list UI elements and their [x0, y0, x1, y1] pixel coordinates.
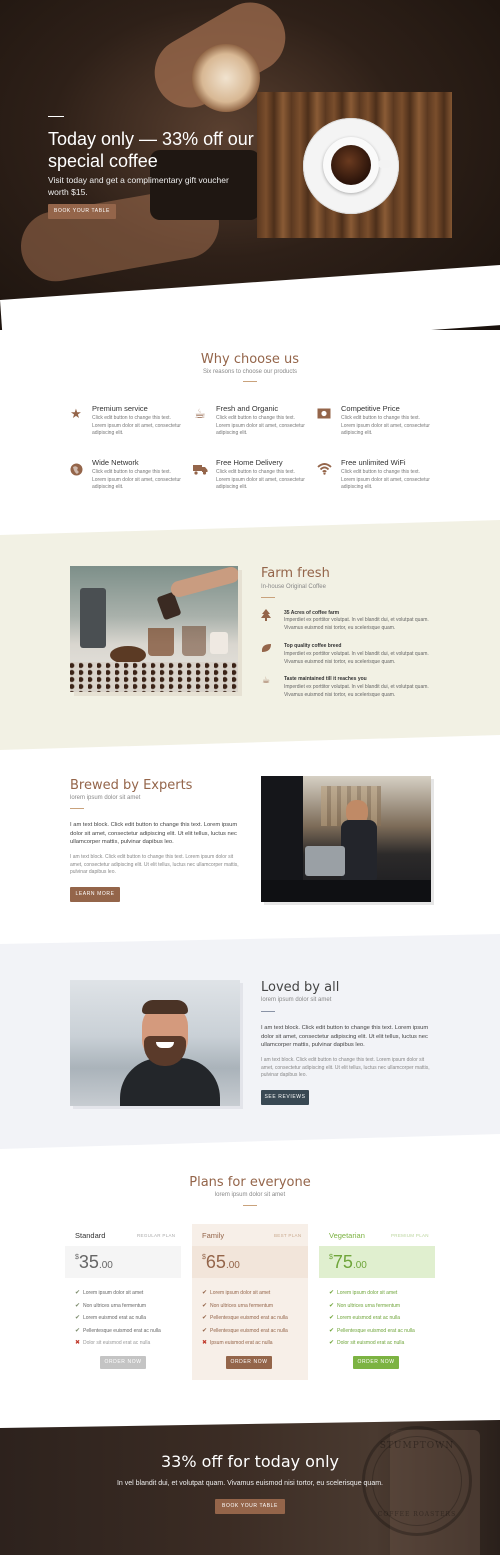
cta-subtitle: In vel blandit dui, et volutpat quam. Vi…	[116, 1480, 383, 1487]
farm-item-text: Imperdiet ex porttitor volutpat. In vel …	[284, 684, 429, 698]
list-item: ✔ Lorem euismod erat ac nulla	[329, 1315, 401, 1321]
coffee-cup-icon: ☕	[261, 675, 271, 685]
plans-subtitle: lorem ipsum dolor sit amet	[214, 1192, 286, 1198]
order-now-button[interactable]: ORDER NOW	[353, 1356, 399, 1369]
plan-tag: BEST PLAN	[274, 1233, 302, 1238]
list-item: ✔ Lorem euismod erat ac nulla	[75, 1315, 147, 1321]
cta-title: 33% off for today only	[160, 1452, 340, 1471]
plan-name: Standard	[75, 1231, 106, 1240]
star-icon: ★	[70, 406, 82, 421]
list-item: ✖ Dolor sit euismod erat ac nulla	[75, 1340, 151, 1346]
feature-title: Wide Network	[92, 458, 139, 467]
hero-title: Today only — 33% off our special coffee	[48, 129, 254, 171]
hero-divider	[48, 116, 64, 117]
loved-divider	[261, 1011, 275, 1012]
farm-title: Farm fresh	[261, 566, 330, 581]
list-item: ✔ Non ultrices urna fermentum	[202, 1302, 274, 1309]
feature-text: Click edit button to change this text. L…	[216, 415, 305, 436]
cup-handle-image	[378, 160, 392, 168]
plan-price: $75.00	[329, 1252, 367, 1272]
barista-photo	[261, 776, 431, 902]
latte-cup-image	[192, 44, 260, 112]
feature-text: Click edit button to change this text. L…	[341, 469, 430, 490]
why-subtitle: Six reasons to choose our products	[202, 369, 298, 375]
brewed-text: I am text block. Click edit button to ch…	[70, 822, 238, 845]
why-title: Why choose us	[200, 352, 300, 367]
book-table-button[interactable]: BOOK YOUR TABLE	[48, 204, 116, 219]
feature-text: Click edit button to change this text. L…	[341, 415, 430, 436]
feature-text: Click edit button to change this text. L…	[92, 415, 181, 436]
list-item: ✔ Pellentesque euismod erat ac nulla	[202, 1327, 288, 1334]
wifi-icon	[317, 463, 332, 477]
farm-item-text: Imperdiet ex porttitor volutpat. In vel …	[284, 617, 429, 631]
feature-title: Free Home Delivery	[216, 458, 283, 467]
plan-tag: PREMIUM PLAN	[391, 1233, 429, 1238]
customer-portrait-photo	[70, 980, 240, 1106]
plan-feature-list: ✔ Lorem ipsum dolor sit amet ✔ Non ultrice…	[75, 1287, 181, 1350]
feature-title: Free unlimited WiFi	[341, 458, 406, 467]
globe-icon	[69, 463, 83, 477]
list-item: ✖ Ipsum euismod erat ac nulla	[202, 1340, 273, 1346]
espresso-image	[331, 145, 371, 185]
leaf-icon	[260, 643, 272, 656]
book-table-button[interactable]: BOOK YOUR TABLE	[215, 1499, 285, 1514]
farm-item-title: Top quality coffee breed	[284, 643, 342, 649]
price-box: $35.00	[65, 1246, 181, 1278]
price-box: $75.00	[319, 1246, 435, 1278]
farm-item-text: Imperdiet ex porttitor volutpat. In vel …	[284, 651, 429, 665]
order-now-button[interactable]: ORDER NOW	[226, 1356, 272, 1369]
farm-divider	[261, 597, 275, 598]
loved-text: I am text block. Click edit button to ch…	[261, 1025, 429, 1048]
loved-text-secondary: I am text block. Click edit button to ch…	[261, 1057, 430, 1078]
list-item: ✔ Pellentesque euismod erat ac nulla	[75, 1327, 161, 1334]
plan-card-standard: Standard REGULAR PLAN $35.00 ✔ Lorem ipsu…	[65, 1224, 181, 1372]
plan-feature-list: ✔ Lorem ipsum dolor sit amet ✔ Non ultrice…	[329, 1287, 435, 1350]
order-now-button[interactable]: ORDER NOW	[100, 1356, 146, 1369]
list-item: ✔ Non ultrices urna fermentum	[329, 1302, 401, 1309]
brewed-subtitle: lorem ipsum dolor sit amet	[70, 795, 141, 801]
plan-price: $35.00	[75, 1252, 113, 1272]
feature-title: Fresh and Organic	[216, 404, 279, 413]
plan-name: Family	[202, 1231, 225, 1240]
feature-title: Premium service	[92, 404, 148, 413]
why-divider	[243, 381, 257, 382]
brewed-title: Brewed by Experts	[70, 778, 193, 793]
see-reviews-button[interactable]: SEE REVIEWS	[261, 1090, 309, 1105]
coffee-cup-icon: ☕	[194, 406, 206, 421]
feature-title: Competitive Price	[341, 404, 400, 413]
list-item: ✔ Pellentesque euismod erat ac nulla	[202, 1315, 288, 1321]
list-item: ✔ Lorem ipsum dolor sit amet	[75, 1290, 144, 1296]
brewed-divider	[70, 808, 84, 809]
price-box: $65.00	[192, 1246, 308, 1278]
feature-text: Click edit button to change this text. L…	[92, 469, 181, 490]
list-item: ✔ Lorem ipsum dolor sit amet	[329, 1290, 398, 1296]
plan-tag: REGULAR PLAN	[137, 1233, 176, 1238]
plan-card-family: Family BEST PLAN $65.00 ✔ Lorem ipsum dol…	[192, 1224, 308, 1380]
feature-text: Click edit button to change this text. L…	[216, 469, 305, 490]
farm-subtitle: In-house Original Coffee	[261, 584, 326, 590]
plan-name: Vegetarian	[329, 1231, 365, 1240]
tree-icon	[260, 609, 272, 624]
loved-subtitle: lorem ipsum dolor sit amet	[261, 997, 332, 1003]
money-icon	[317, 408, 331, 422]
list-item: ✔ Dolor sit euismod erat ac nulla	[329, 1340, 405, 1346]
plans-divider	[243, 1205, 257, 1206]
plan-card-vegetarian: Vegetarian PREMIUM PLAN $75.00 ✔ Lorem ip…	[319, 1224, 435, 1372]
list-item: ✔ Non ultrices urna fermentum	[75, 1302, 147, 1309]
learn-more-button[interactable]: LEARN MORE	[70, 887, 120, 902]
farm-item-title: 35 Acres of coffee farm	[284, 610, 340, 616]
coffee-pour-photo	[70, 566, 238, 692]
plans-title: Plans for everyone	[189, 1175, 311, 1190]
plan-price: $65.00	[202, 1252, 240, 1272]
plan-feature-list: ✔ Lorem ipsum dolor sit amet ✔ Non ultrice…	[202, 1287, 308, 1350]
loved-title: Loved by all	[261, 980, 340, 995]
list-item: ✔ Lorem ipsum dolor sit amet	[202, 1290, 271, 1296]
hero-subtitle: Visit today and get a complimentary gift…	[48, 175, 229, 197]
farm-item-title: Taste maintained till it reaches you	[284, 676, 367, 682]
truck-icon	[193, 464, 208, 478]
brewed-text-secondary: I am text block. Click edit button to ch…	[70, 854, 239, 875]
list-item: ✔ Pellentesque euismod erat ac nulla	[329, 1327, 415, 1334]
